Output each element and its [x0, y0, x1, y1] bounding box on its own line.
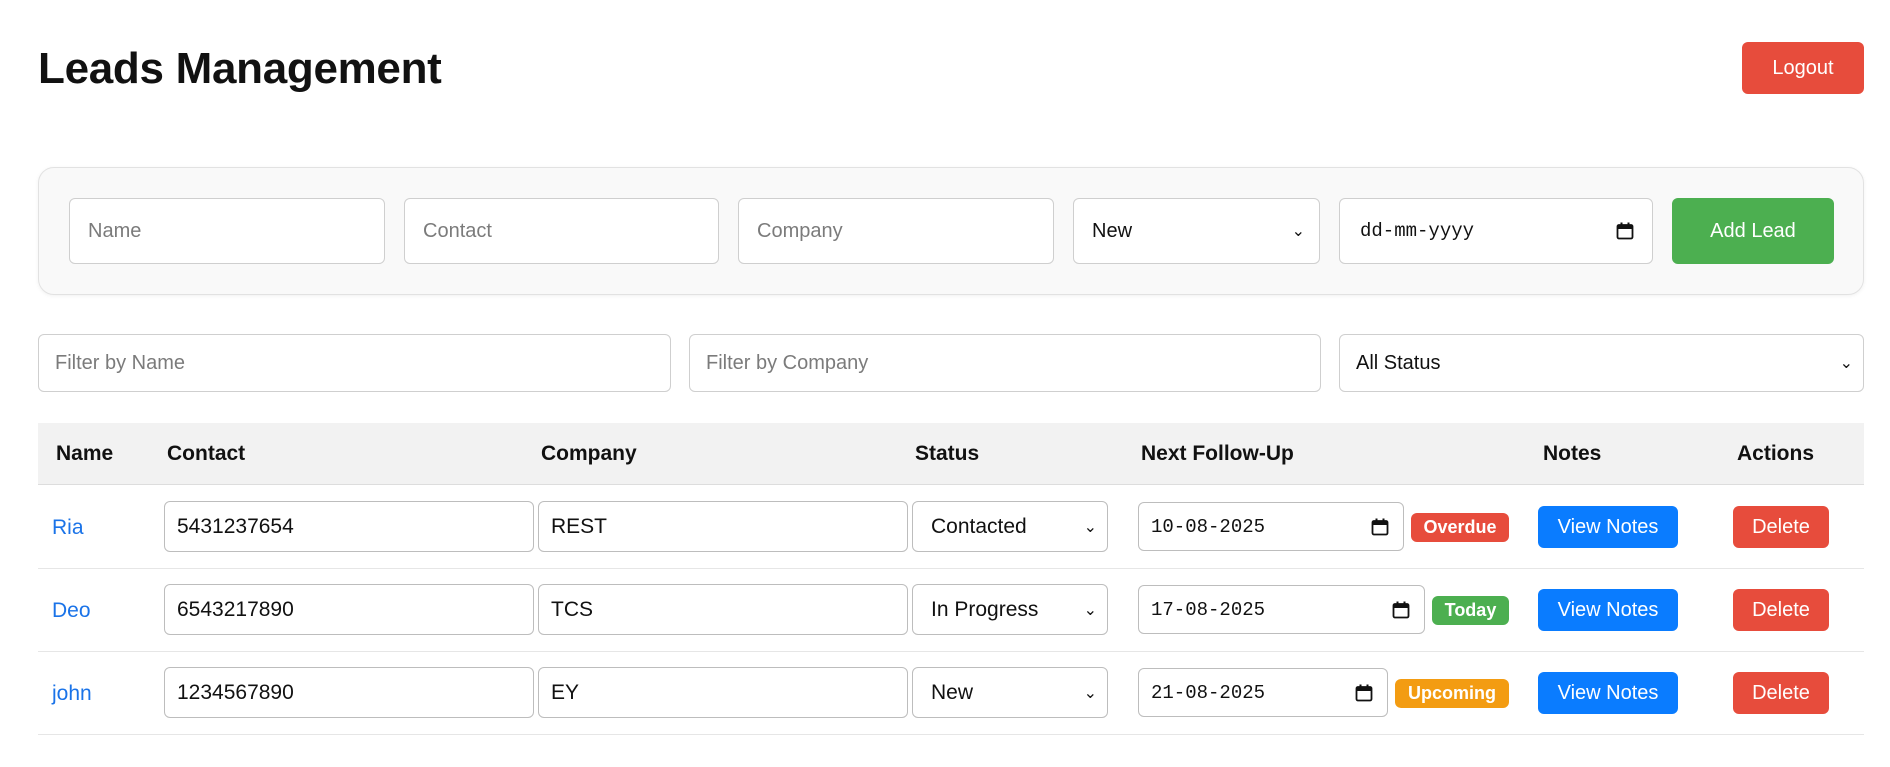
date-value: 17-08-2025 [1151, 598, 1266, 621]
status-badge: Upcoming [1395, 679, 1509, 708]
status-select[interactable]: New ⌄ [912, 667, 1108, 718]
date-value: 10-08-2025 [1151, 515, 1266, 538]
follow-up-date-field[interactable]: 21-08-2025 [1138, 668, 1388, 717]
delete-button[interactable]: Delete [1733, 506, 1829, 548]
filter-status-select[interactable]: All Status ⌄ [1339, 334, 1864, 392]
follow-up-date-input[interactable]: dd-mm-yyyy [1339, 198, 1653, 264]
status-select[interactable]: New ⌄ [1073, 198, 1320, 264]
page-title: Leads Management [38, 44, 442, 93]
chevron-down-icon: ⌄ [1839, 355, 1853, 372]
delete-button[interactable]: Delete [1733, 672, 1829, 714]
contact-input[interactable]: Contact [404, 198, 719, 264]
chevron-down-icon: ⌄ [1083, 601, 1097, 619]
col-next-follow-up: Next Follow-Up [1141, 442, 1294, 465]
status-select[interactable]: Contacted ⌄ [912, 501, 1108, 552]
status-select-value: New [1092, 219, 1133, 242]
calendar-icon[interactable] [1355, 684, 1373, 702]
status-value: Contacted [931, 514, 1027, 538]
status-select[interactable]: In Progress ⌄ [912, 584, 1108, 635]
status-badge: Today [1432, 596, 1509, 625]
col-actions: Actions [1737, 442, 1815, 465]
chevron-down-icon: ⌄ [1083, 684, 1097, 702]
contact-field[interactable]: 1234567890 [164, 667, 534, 718]
company-field[interactable]: REST [538, 501, 908, 552]
chevron-down-icon: ⌄ [1083, 518, 1097, 536]
table-row: john 1234567890 EY New ⌄ 21-08-2025 Upco… [38, 652, 1864, 735]
contact-field[interactable]: 6543217890 [164, 584, 534, 635]
date-value: 21-08-2025 [1151, 681, 1266, 704]
lead-name-link[interactable]: Ria [52, 486, 84, 569]
name-input[interactable]: Name [69, 198, 385, 264]
follow-up-date-field[interactable]: 17-08-2025 [1138, 585, 1425, 634]
col-contact: Contact [167, 442, 246, 465]
calendar-icon[interactable] [1392, 601, 1410, 619]
status-badge: Overdue [1411, 513, 1509, 542]
logout-button[interactable]: Logout [1742, 42, 1864, 94]
table-header: Name Contact Company Status Next Follow-… [38, 423, 1864, 485]
follow-up-date-field[interactable]: 10-08-2025 [1138, 502, 1404, 551]
chevron-down-icon: ⌄ [1291, 223, 1305, 240]
col-notes: Notes [1543, 442, 1602, 465]
add-lead-button[interactable]: Add Lead [1672, 198, 1834, 264]
col-company: Company [541, 442, 637, 465]
col-status: Status [915, 442, 980, 465]
view-notes-button[interactable]: View Notes [1538, 672, 1678, 714]
calendar-icon[interactable] [1371, 518, 1389, 536]
filter-name-input[interactable]: Filter by Name [38, 334, 671, 392]
filter-status-value: All Status [1356, 351, 1441, 374]
status-value: New [931, 680, 974, 704]
lead-name-link[interactable]: Deo [52, 569, 91, 652]
contact-field[interactable]: 5431237654 [164, 501, 534, 552]
filter-company-input[interactable]: Filter by Company [689, 334, 1321, 392]
date-placeholder: dd-mm-yyyy [1360, 220, 1475, 242]
delete-button[interactable]: Delete [1733, 589, 1829, 631]
table-row: Ria 5431237654 REST Contacted ⌄ 10-08-20… [38, 486, 1864, 569]
view-notes-button[interactable]: View Notes [1538, 506, 1678, 548]
table-row: Deo 6543217890 TCS In Progress ⌄ 17-08-2… [38, 569, 1864, 652]
view-notes-button[interactable]: View Notes [1538, 589, 1678, 631]
lead-name-link[interactable]: john [52, 652, 92, 735]
company-field[interactable]: TCS [538, 584, 908, 635]
calendar-icon[interactable] [1616, 222, 1634, 240]
company-field[interactable]: EY [538, 667, 908, 718]
col-name: Name [56, 442, 114, 465]
company-input[interactable]: Company [738, 198, 1054, 264]
status-value: In Progress [931, 597, 1039, 621]
